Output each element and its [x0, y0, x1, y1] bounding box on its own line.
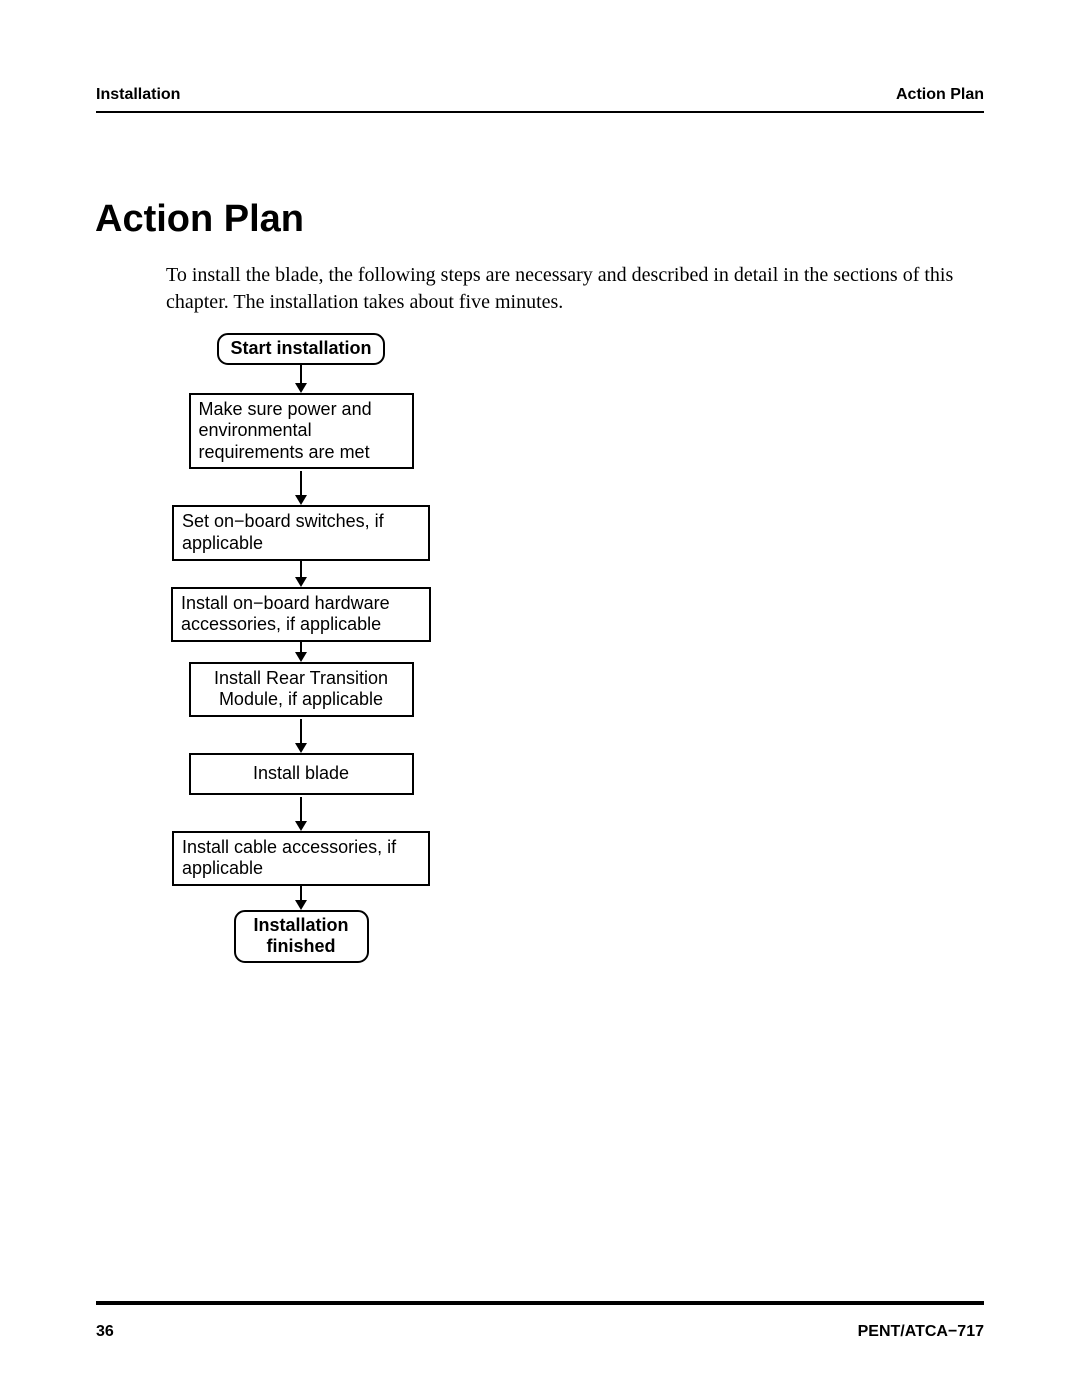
- arrow-head-icon: [295, 652, 307, 662]
- flow-step-cable: Install cable accessories, if applicable: [172, 831, 430, 886]
- header-left: Installation: [96, 86, 180, 104]
- arrow-head-icon: [295, 577, 307, 587]
- arrow-icon: [295, 471, 307, 505]
- arrow-icon: [295, 561, 307, 587]
- flow-step-switches: Set on−board switches, if applicable: [172, 505, 430, 560]
- arrow-shaft: [300, 471, 302, 495]
- arrow-shaft: [300, 365, 302, 383]
- flow-start: Start installation: [217, 333, 384, 365]
- arrow-head-icon: [295, 383, 307, 393]
- arrow-icon: [295, 642, 307, 662]
- arrow-shaft: [300, 561, 302, 577]
- page-title: Action Plan: [95, 198, 304, 241]
- arrow-head-icon: [295, 821, 307, 831]
- arrow-shaft: [300, 719, 302, 743]
- page-footer: 36 PENT/ATCA−717: [96, 1323, 984, 1341]
- arrow-shaft: [300, 797, 302, 821]
- footer-rule: [96, 1301, 984, 1305]
- flow-step-requirements: Make sure power and environmental requir…: [189, 393, 414, 470]
- arrow-head-icon: [295, 900, 307, 910]
- arrow-icon: [295, 886, 307, 910]
- header-rule: [96, 111, 984, 113]
- arrow-icon: [295, 365, 307, 393]
- flow-end: Installation finished: [234, 910, 369, 963]
- flowchart: Start installation Make sure power and e…: [166, 333, 436, 963]
- arrow-shaft: [300, 886, 302, 900]
- arrow-icon: [295, 797, 307, 831]
- page-number: 36: [96, 1323, 114, 1341]
- arrow-icon: [295, 719, 307, 753]
- arrow-head-icon: [295, 743, 307, 753]
- arrow-shaft: [300, 642, 302, 652]
- arrow-head-icon: [295, 495, 307, 505]
- flow-step-blade: Install blade: [189, 753, 414, 795]
- page: Installation Action Plan Action Plan To …: [0, 0, 1080, 1393]
- intro-paragraph: To install the blade, the following step…: [166, 262, 984, 316]
- doc-id: PENT/ATCA−717: [858, 1323, 984, 1341]
- flow-step-hardware: Install on−board hardware accessories, i…: [171, 587, 431, 642]
- page-header: Installation Action Plan: [96, 86, 984, 104]
- flow-step-rtm: Install Rear Transition Module, if appli…: [189, 662, 414, 717]
- header-right: Action Plan: [896, 86, 984, 104]
